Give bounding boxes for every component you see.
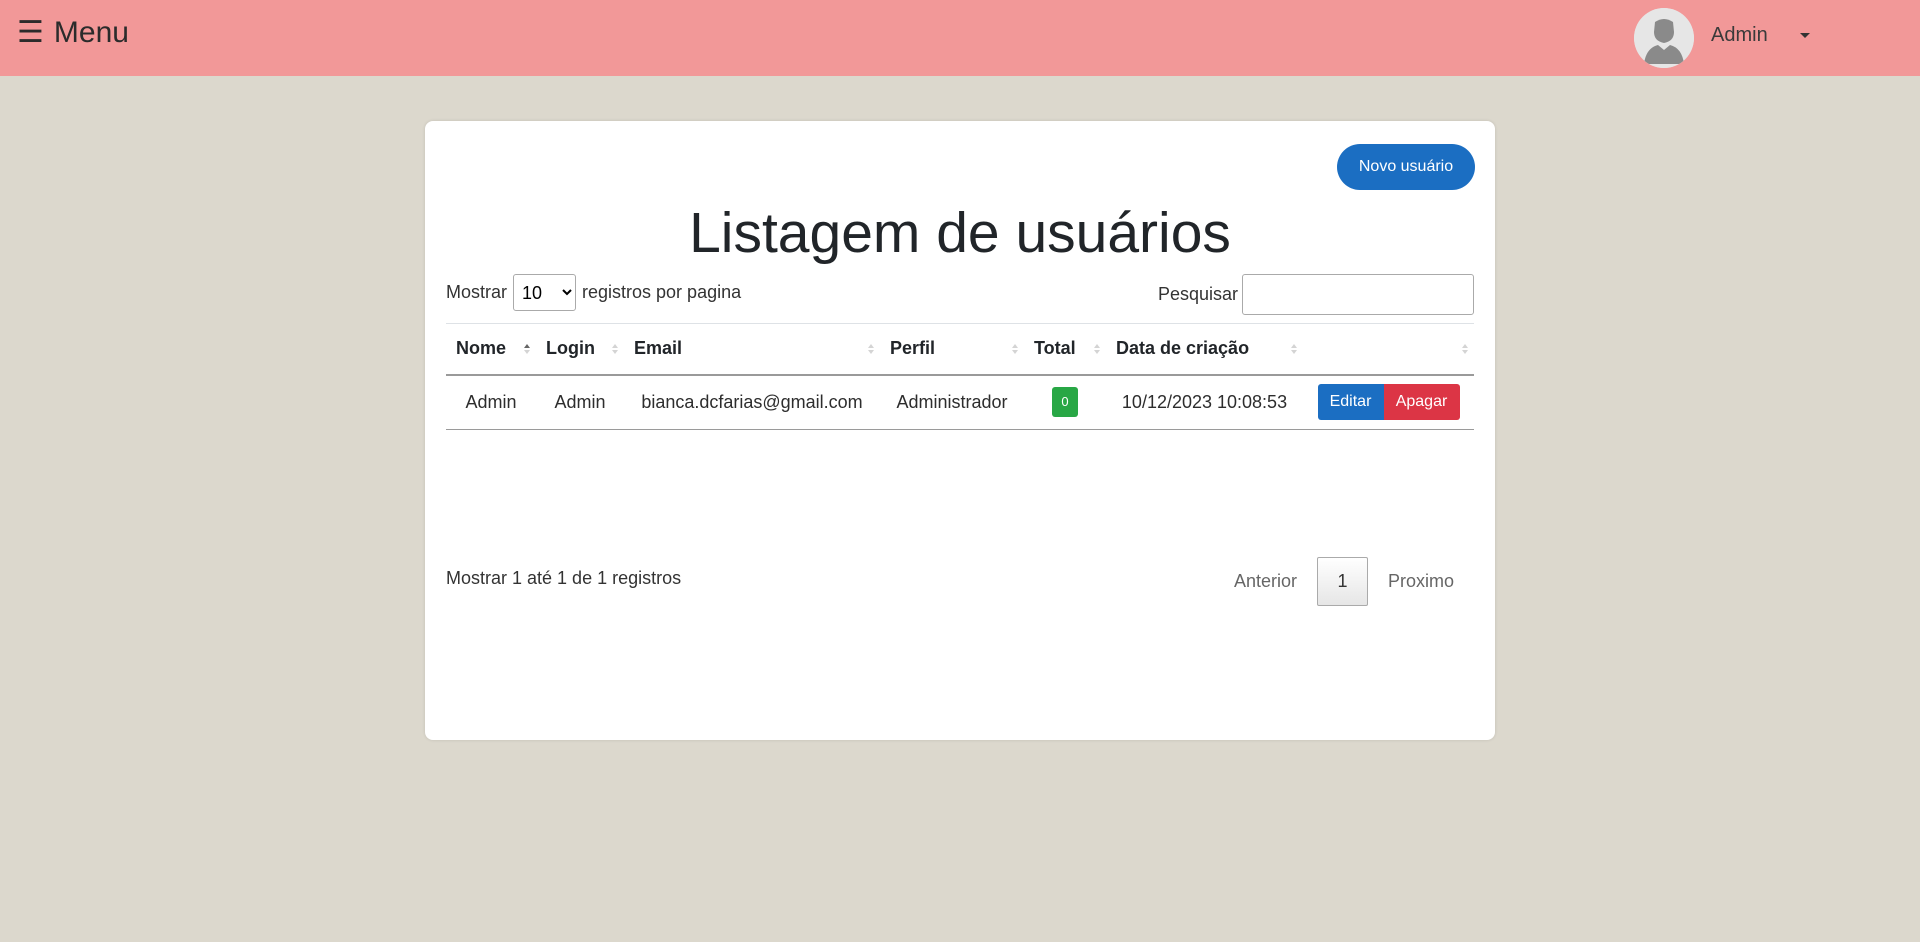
next-page-button[interactable]: Proximo: [1368, 571, 1474, 592]
cell-login: Admin: [554, 391, 606, 412]
table-header-row: Nome Login Email Perfil Total Data de cr…: [446, 323, 1474, 375]
cell-actions: Editar Apagar: [1303, 375, 1474, 430]
user-avatar-icon: [1634, 8, 1694, 68]
cell-perfil: Administrador: [896, 391, 1008, 412]
table-row: Admin Admin bianca.dcfarias@gmail.com Ad…: [446, 375, 1474, 430]
column-header-login[interactable]: Login: [536, 324, 624, 375]
column-header-nome[interactable]: Nome: [446, 324, 536, 375]
column-header-total[interactable]: Total: [1024, 324, 1106, 375]
sort-icon: [524, 343, 530, 354]
cell-data-criacao: 10/12/2023 10:08:53: [1121, 391, 1288, 412]
table-info: Mostrar 1 até 1 de 1 registros: [446, 568, 682, 588]
edit-button[interactable]: Editar: [1317, 384, 1384, 421]
column-label: Email: [634, 338, 683, 359]
user-dropdown[interactable]: Admin: [1634, 8, 1810, 68]
cell-total: 0: [1024, 375, 1106, 430]
sort-icon: [1012, 343, 1018, 354]
new-user-button[interactable]: Novo usuário: [1337, 144, 1475, 190]
column-label: Total: [1034, 338, 1076, 359]
user-name: Admin: [1711, 23, 1768, 46]
column-header-perfil[interactable]: Perfil: [880, 324, 1024, 375]
column-header-email[interactable]: Email: [624, 324, 880, 375]
delete-button[interactable]: Apagar: [1383, 384, 1460, 421]
menu-toggle-button[interactable]: ☰ Menu: [17, 18, 129, 48]
pagination: Anterior 1 Proximo: [1214, 557, 1474, 606]
sort-icon: [1291, 343, 1297, 354]
sort-icon: [1094, 343, 1100, 354]
column-label: Perfil: [890, 338, 936, 359]
search-label: Pesquisar: [1157, 284, 1238, 304]
top-navbar: ☰ Menu Admin: [0, 0, 1920, 76]
cell-nome: Admin: [465, 391, 517, 412]
row-actions: Editar Apagar: [1317, 384, 1460, 421]
length-suffix-label: registros por pagina: [582, 282, 742, 302]
current-page-button[interactable]: 1: [1316, 557, 1368, 606]
search-input[interactable]: [1242, 274, 1474, 315]
menu-label: Menu: [53, 16, 129, 49]
sort-icon: [612, 343, 618, 354]
length-control: Mostrar 10 registros por pagina: [446, 274, 741, 311]
column-label: Nome: [456, 338, 507, 359]
page-title: Listagem de usuários: [689, 201, 1231, 265]
cell-email: bianca.dcfarias@gmail.com: [641, 391, 863, 412]
column-header-data-criacao[interactable]: Data de criação: [1106, 324, 1303, 375]
column-label: Data de criação: [1116, 338, 1250, 359]
sort-icon: [868, 343, 874, 354]
search-control: Pesquisar: [1158, 274, 1474, 315]
caret-down-icon: [1799, 32, 1810, 38]
sort-icon: [1462, 343, 1468, 354]
column-label: Login: [546, 338, 595, 359]
total-badge: 0: [1052, 387, 1078, 418]
hamburger-icon: ☰: [17, 16, 44, 49]
column-header-actions[interactable]: [1303, 324, 1474, 375]
previous-page-button[interactable]: Anterior: [1214, 571, 1317, 592]
users-card: Novo usuário Listagem de usuários Mostra…: [425, 121, 1495, 740]
page-length-select[interactable]: 10: [513, 274, 577, 311]
users-table: Nome Login Email Perfil Total Data de cr…: [446, 323, 1474, 430]
length-prefix-label: Mostrar: [446, 282, 508, 302]
